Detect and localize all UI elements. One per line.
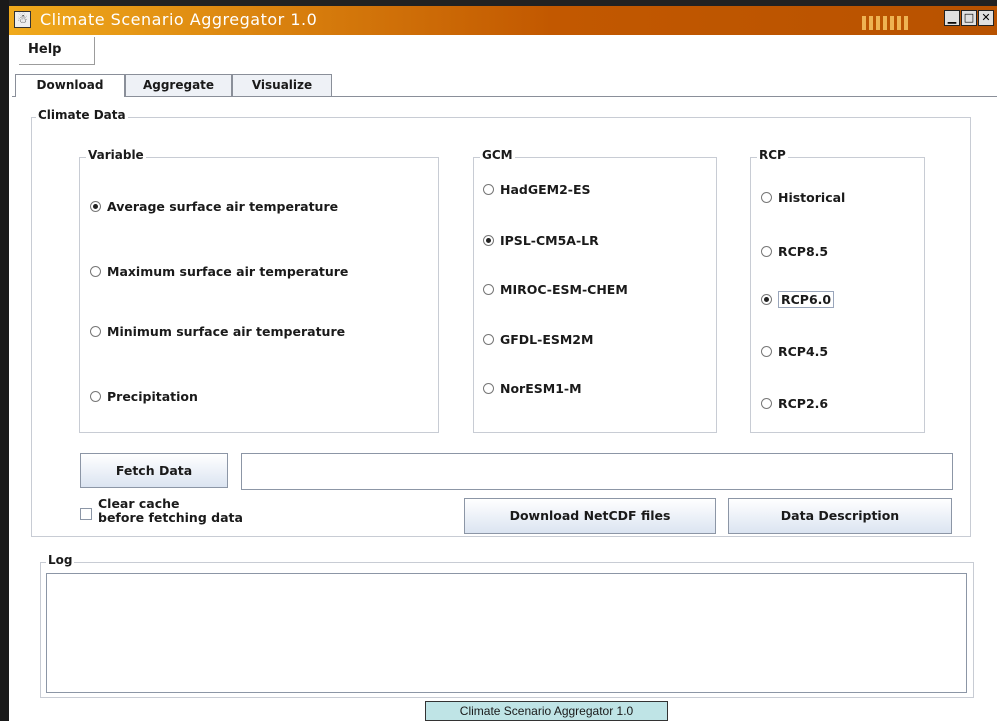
data-description-button[interactable]: Data Description <box>728 498 952 534</box>
tab-divider <box>12 96 997 97</box>
gcm-option-miroc-esm-chem[interactable]: MIROC-ESM-CHEM <box>483 282 628 297</box>
clear-cache-checkbox[interactable] <box>80 508 92 520</box>
close-button[interactable]: ✕ <box>978 10 994 26</box>
radio-label: GFDL-ESM2M <box>500 332 594 347</box>
radio-label: NorESM1-M <box>500 381 582 396</box>
download-netcdf-button[interactable]: Download NetCDF files <box>464 498 716 534</box>
radio-button[interactable] <box>483 284 494 295</box>
radio-label: Minimum surface air temperature <box>107 324 346 339</box>
gcm-option-gfdl-esm2m[interactable]: GFDL-ESM2M <box>483 332 593 347</box>
radio-button[interactable] <box>483 383 494 394</box>
radio-label: RCP4.5 <box>778 344 829 359</box>
radio-label: IPSL-CM5A-LR <box>500 233 599 248</box>
variable-option-average[interactable]: Average surface air temperature <box>90 199 338 214</box>
radio-label: Historical <box>778 190 846 205</box>
gcm-option-noresm1-m[interactable]: NorESM1-M <box>483 381 582 396</box>
gcm-title: GCM <box>480 148 515 162</box>
radio-label: Maximum surface air temperature <box>107 264 349 279</box>
radio-button[interactable] <box>761 346 772 357</box>
window-title: Climate Scenario Aggregator 1.0 <box>40 10 318 29</box>
rcp-option-rcp8-5[interactable]: RCP8.5 <box>761 244 828 259</box>
gcm-option-hadgem2-es[interactable]: HadGEM2-ES <box>483 182 591 197</box>
radio-button[interactable] <box>761 294 772 305</box>
radio-button[interactable] <box>761 246 772 257</box>
clear-cache-label-line2: before fetching data <box>98 510 243 525</box>
radio-button[interactable] <box>483 235 494 246</box>
rcp-option-rcp4-5[interactable]: RCP4.5 <box>761 344 828 359</box>
climate-data-title: Climate Data <box>36 108 128 122</box>
rcp-title: RCP <box>757 148 788 162</box>
window-left-border <box>0 0 9 721</box>
tab-visualize[interactable]: Visualize <box>232 74 332 96</box>
radio-label: Precipitation <box>107 389 198 404</box>
radio-label: HadGEM2-ES <box>500 182 591 197</box>
title-decoration <box>862 16 910 30</box>
clear-cache-label-line1: Clear cache <box>98 496 180 511</box>
radio-label: MIROC-ESM-CHEM <box>500 282 628 297</box>
rcp-option-rcp6-0[interactable]: RCP6.0 <box>761 291 835 308</box>
tab-download[interactable]: Download <box>15 74 125 97</box>
radio-label: RCP8.5 <box>778 244 829 259</box>
radio-button[interactable] <box>90 201 101 212</box>
radio-button[interactable] <box>761 398 772 409</box>
variable-option-minimum[interactable]: Minimum surface air temperature <box>90 324 345 339</box>
radio-button[interactable] <box>90 266 101 277</box>
fetch-data-button[interactable]: Fetch Data <box>80 453 228 488</box>
radio-button[interactable] <box>761 192 772 203</box>
radio-button[interactable] <box>90 326 101 337</box>
variable-option-maximum[interactable]: Maximum surface air temperature <box>90 264 348 279</box>
variable-title: Variable <box>86 148 146 162</box>
radio-label: RCP2.6 <box>778 396 829 411</box>
tab-aggregate[interactable]: Aggregate <box>125 74 232 96</box>
app-tooltip: Climate Scenario Aggregator 1.0 <box>425 701 668 721</box>
rcp-option-rcp2-6[interactable]: RCP2.6 <box>761 396 828 411</box>
radio-button[interactable] <box>483 334 494 345</box>
maximize-button[interactable]: □ <box>961 10 977 26</box>
log-textarea[interactable] <box>46 573 967 693</box>
minimize-button[interactable]: ▁ <box>944 10 960 26</box>
radio-label: Average surface air temperature <box>107 199 339 214</box>
log-title: Log <box>46 553 75 567</box>
radio-button[interactable] <box>483 184 494 195</box>
fetch-status-field[interactable] <box>241 453 953 490</box>
clear-cache-label[interactable]: Clear cache before fetching data <box>98 497 243 525</box>
radio-button[interactable] <box>90 391 101 402</box>
rcp-option-historical[interactable]: Historical <box>761 190 845 205</box>
gcm-option-ipsl-cm5a-lr[interactable]: IPSL-CM5A-LR <box>483 233 599 248</box>
variable-option-precipitation[interactable]: Precipitation <box>90 389 198 404</box>
menu-help[interactable]: Help <box>19 37 95 65</box>
menu-bar <box>9 35 997 65</box>
radio-label: RCP6.0 <box>778 291 835 308</box>
app-icon[interactable]: ☃ <box>14 11 31 28</box>
